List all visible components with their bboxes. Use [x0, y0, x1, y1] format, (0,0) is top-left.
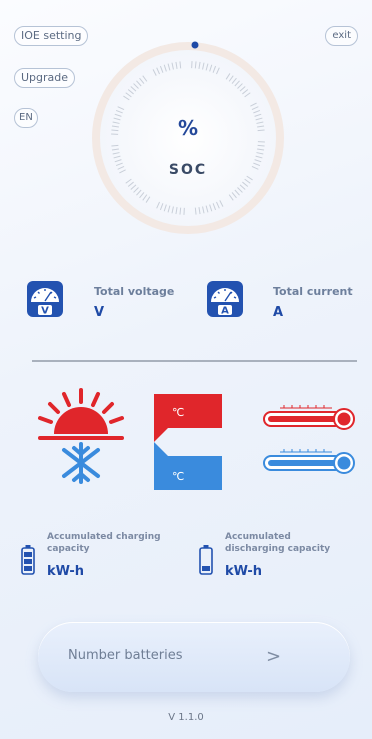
soc-percent: %: [177, 116, 199, 140]
total-current-unit: A: [273, 305, 284, 320]
ammeter-icon: A: [206, 280, 244, 318]
hot-temp-symbol: ℃: [172, 406, 184, 419]
ioe-setting-button[interactable]: IOE setting: [14, 26, 89, 46]
soc-gauge: % SOC: [88, 38, 288, 238]
number-batteries-button[interactable]: Number batteries >: [38, 622, 350, 692]
charging-capacity-label-line2: capacity: [47, 544, 90, 554]
ammeter-badge: A: [221, 306, 229, 317]
total-current-label: Total current: [273, 285, 353, 298]
temperature-flag-icon: ℃ ℃: [150, 394, 228, 490]
soc-label: SOC: [168, 162, 208, 178]
divider: [32, 360, 357, 362]
charging-capacity-unit: kW-h: [47, 564, 85, 579]
charging-capacity-label: Accumulated charging capacity: [47, 531, 187, 555]
number-batteries-label: Number batteries: [68, 648, 183, 663]
sun-snowflake-icon: [34, 388, 128, 484]
battery-charging-icon: [21, 545, 35, 575]
discharging-capacity-label: Accumulated discharging capacity: [225, 531, 365, 555]
app-version: V 1.1.0: [168, 712, 204, 723]
cold-thermometer-icon: [263, 449, 355, 474]
thermometers-icon: [262, 402, 356, 482]
charging-capacity-label-line1: Accumulated charging: [47, 532, 161, 542]
discharging-capacity-label-line2: discharging capacity: [225, 544, 331, 554]
voltmeter-icon: V: [26, 280, 64, 318]
voltmeter-badge: V: [41, 306, 49, 317]
battery-discharging-icon: [199, 545, 213, 575]
cold-flag: [154, 442, 222, 490]
discharging-capacity-label-line1: Accumulated: [225, 532, 291, 542]
language-button[interactable]: EN: [14, 108, 38, 128]
gauge-indicator-dot: [191, 41, 199, 49]
total-voltage-unit: V: [94, 305, 105, 320]
exit-button[interactable]: exit: [325, 26, 358, 46]
upgrade-button[interactable]: Upgrade: [14, 68, 76, 88]
hot-thermometer-icon: [263, 405, 355, 430]
hot-flag: [154, 394, 222, 442]
chevron-right-icon: >: [266, 646, 282, 667]
cold-temp-symbol: ℃: [172, 470, 184, 483]
discharging-capacity-unit: kW-h: [225, 564, 263, 579]
total-voltage-label: Total voltage: [94, 285, 175, 298]
